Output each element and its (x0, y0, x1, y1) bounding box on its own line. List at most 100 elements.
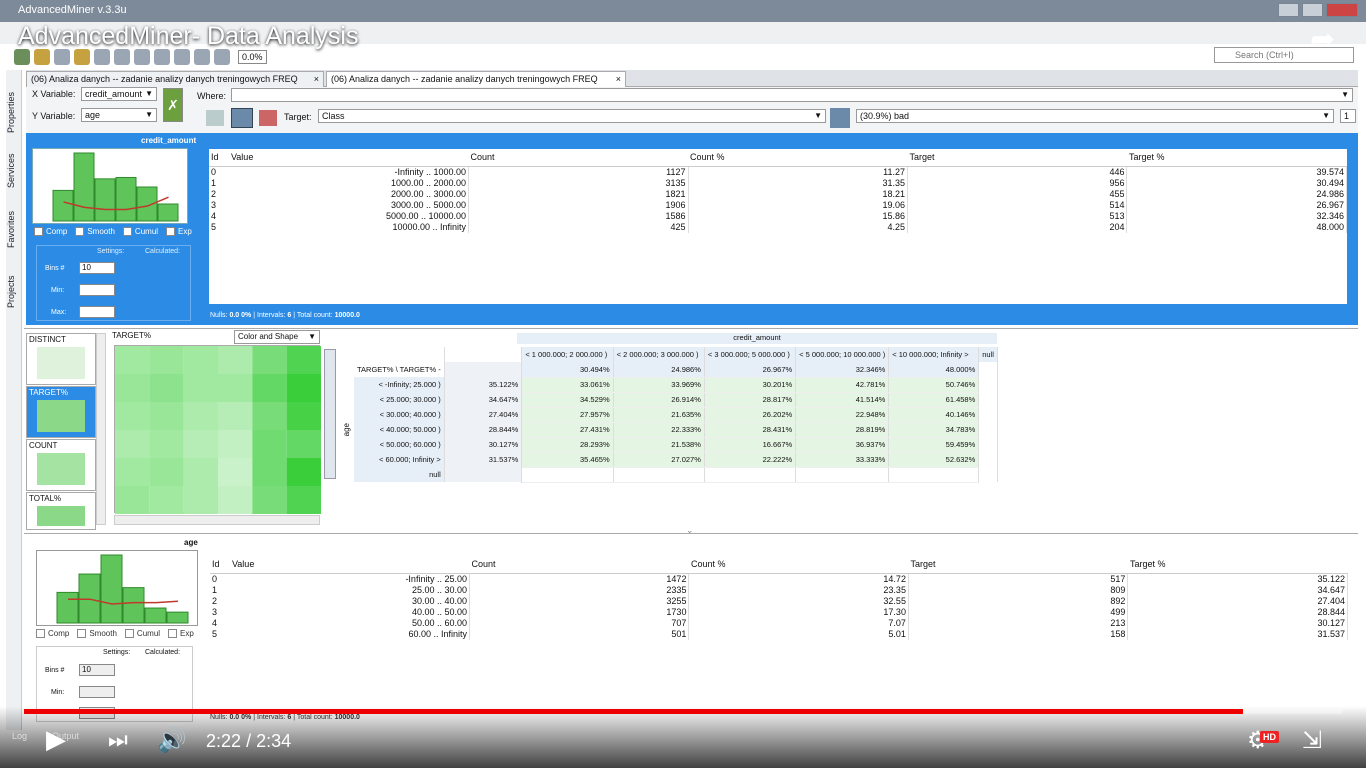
thumb-total-pct[interactable]: TOTAL% (26, 492, 96, 530)
column-header[interactable]: Target (908, 556, 1128, 574)
crosstab-row[interactable]: < -Infinity; 25.000 ) 35.122% 33.061% 33.96… (354, 377, 998, 393)
comp-checkbox[interactable]: Comp (34, 227, 67, 236)
max-input[interactable] (79, 306, 115, 318)
undo-icon[interactable] (114, 49, 130, 65)
target-class-select[interactable]: (30.9%) bad ▼ (856, 109, 1334, 123)
heatmap-cell[interactable] (149, 430, 184, 458)
heatmap-cell[interactable] (218, 486, 253, 514)
heatmap-cell[interactable] (183, 402, 218, 430)
video-title[interactable]: AdvancedMiner- Data Analysis (18, 22, 358, 51)
thumb-target-pct[interactable]: TARGET% (26, 386, 96, 438)
smooth-checkbox[interactable]: Smooth (77, 629, 117, 638)
new-icon[interactable] (14, 49, 30, 65)
heatmap-cell[interactable] (183, 430, 218, 458)
sidebar-item-favorites[interactable]: Favorites (6, 198, 22, 248)
heatmap-cell[interactable] (218, 458, 253, 486)
cumul-checkbox[interactable]: Cumul (124, 629, 160, 638)
table-row[interactable]: 5 10000.00 .. Infinity 425 4.25 204 48.000 (209, 221, 1347, 233)
crosstab-row[interactable]: < 60.000; Infinity >31.537% 35.465% 27.027… (354, 452, 998, 468)
crosstab-column-header[interactable]: < 1 000.000; 2 000.000 ) (521, 347, 614, 362)
heatmap-cell[interactable] (115, 374, 150, 402)
stop-icon[interactable] (174, 49, 190, 65)
close-icon[interactable]: × (616, 74, 621, 84)
where-input[interactable]: ▼ (231, 88, 1353, 102)
play-icon[interactable]: ▶ (46, 724, 66, 755)
table-row[interactable]: 1 1000.00 .. 2000.00 3135 31.35 956 30.494 (209, 177, 1347, 189)
column-header[interactable]: Count % (688, 149, 908, 167)
heatmap-cell[interactable] (115, 402, 150, 430)
close-icon[interactable]: × (314, 74, 319, 84)
bins-input[interactable]: 10 (79, 664, 115, 676)
volume-icon[interactable]: 🔊 (157, 726, 187, 755)
thumb-distinct[interactable]: DISTINCT (26, 333, 96, 385)
min-input[interactable] (79, 686, 115, 698)
heatmap-cell[interactable] (115, 430, 150, 458)
heatmap-cell[interactable] (252, 402, 287, 430)
thumb-scrollbar[interactable] (96, 333, 106, 525)
column-header[interactable]: Value (229, 556, 470, 574)
heatmap-cell[interactable] (286, 346, 321, 374)
heatmap-cell[interactable] (286, 486, 321, 514)
heatmap-cell[interactable] (149, 402, 184, 430)
share-icon[interactable]: ➦ (1310, 22, 1346, 56)
cumul-checkbox[interactable]: Cumul (122, 227, 158, 236)
heatmap-cell[interactable] (218, 346, 253, 374)
save-icon[interactable] (54, 49, 70, 65)
editor-tab[interactable]: (06) Analiza danych -- zadanie analizy d… (26, 71, 324, 87)
run-icon[interactable] (154, 49, 170, 65)
comp-checkbox[interactable]: Comp (36, 629, 69, 638)
heatmap-cell[interactable] (115, 486, 150, 514)
column-header[interactable]: Target (907, 149, 1127, 167)
crosstab-row[interactable]: TARGET% \ TARGET% - 30.494% 24.986% 26.967%… (354, 362, 998, 378)
column-header[interactable]: Count (468, 149, 688, 167)
heatmap-cell[interactable] (218, 430, 253, 458)
thumb-count[interactable]: COUNT (26, 439, 96, 491)
min-input[interactable] (79, 284, 115, 296)
database-icon[interactable] (74, 49, 90, 65)
window-controls[interactable] (1278, 3, 1358, 17)
sidebar-item-properties[interactable]: Properties (6, 78, 22, 133)
exp-checkbox[interactable]: Exp (168, 629, 194, 638)
heatmap-cell[interactable] (286, 374, 321, 402)
table-row[interactable]: 4 5000.00 .. 10000.00 1586 15.86 513 32.346 (209, 210, 1347, 222)
heatmap-cell[interactable] (183, 458, 218, 486)
build-icon[interactable] (214, 49, 230, 65)
heatmap-cell[interactable] (252, 430, 287, 458)
table-row[interactable]: 3 3000.00 .. 5000.00 1906 19.06 514 26.967 (209, 199, 1347, 211)
sidebar-item-services[interactable]: Services (6, 138, 22, 188)
open-icon[interactable] (34, 49, 50, 65)
heatmap-cell[interactable] (286, 430, 321, 458)
heatmap-cell[interactable] (286, 458, 321, 486)
swap-variables-icon[interactable]: ✗ (163, 88, 183, 122)
table-row[interactable]: 1 25.00 .. 30.00 2335 23.35 809 34.647 (210, 584, 1348, 596)
heatmap-cell[interactable] (115, 458, 150, 486)
table-row[interactable]: 3 40.00 .. 50.00 1730 17.30 499 28.844 (210, 606, 1348, 618)
heatmap-cell[interactable] (286, 402, 321, 430)
crosstab-column-header[interactable]: < 5 000.000; 10 000.000 ) (795, 347, 890, 362)
crosstab-column-header[interactable]: < 10 000.000; Infinity > (888, 347, 980, 362)
bins-input[interactable]: 10 (79, 262, 115, 274)
heatmap-cell[interactable] (183, 486, 218, 514)
crosstab-row[interactable]: null (354, 467, 998, 483)
heatmap-cell[interactable] (149, 374, 184, 402)
exp-checkbox[interactable]: Exp (166, 227, 192, 236)
chart-type-icon[interactable] (206, 110, 224, 126)
maximize-button[interactable] (1301, 3, 1323, 17)
crosstab-column-header[interactable]: < 3 000.000; 5 000.000 ) (704, 347, 797, 362)
column-header[interactable]: Id (210, 556, 230, 574)
column-header[interactable]: Count (469, 556, 689, 574)
heatmap-mode-select[interactable]: Color and Shape ▼ (234, 330, 320, 344)
exit-fullscreen-icon[interactable]: ⇲ (1302, 726, 1322, 755)
splitter-handle[interactable] (324, 349, 336, 479)
next-icon[interactable]: ⏭ (108, 727, 128, 753)
heatmap-cell[interactable] (252, 374, 287, 402)
crosstab-row[interactable]: < 40.000; 50.000 ) 28.844% 27.431% 22.333% 2… (354, 422, 998, 438)
column-header[interactable]: Value (228, 149, 469, 167)
table-row[interactable]: 0 -Infinity .. 25.00 1472 14.72 517 35.122 (210, 573, 1348, 585)
editor-tab-active[interactable]: (06) Analiza danych -- zadanie analizy d… (326, 71, 626, 87)
crosstab-row[interactable]: < 50.000; 60.000 ) 30.127% 28.293% 21.538% 1… (354, 437, 998, 453)
heatmap-cell[interactable] (218, 402, 253, 430)
heatmap-cell[interactable] (252, 346, 287, 374)
column-header[interactable]: Id (209, 149, 229, 167)
smooth-checkbox[interactable]: Smooth (75, 227, 115, 236)
